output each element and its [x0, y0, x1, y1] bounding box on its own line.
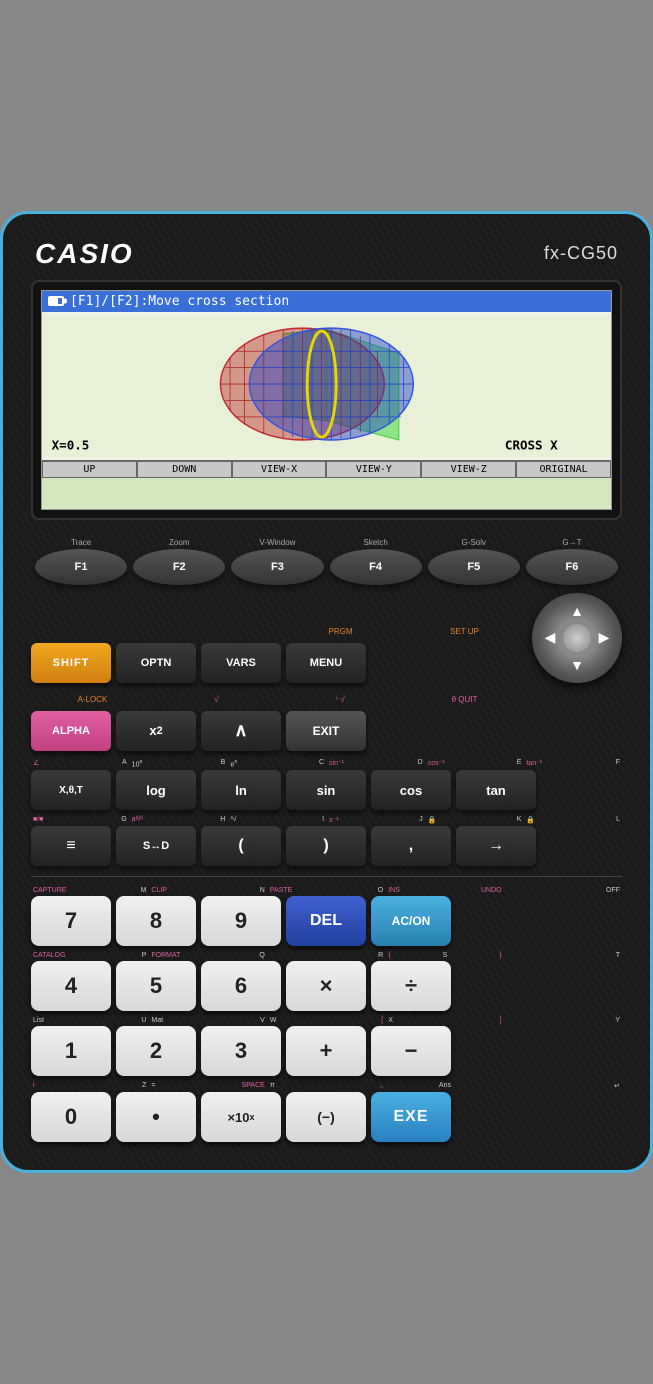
f3-sublabel: V-Window: [259, 538, 295, 547]
screen-graph: X=0.5 CROSS X: [42, 312, 611, 460]
cos-button[interactable]: cos: [371, 770, 451, 810]
fkey-group-f4: Sketch F4: [330, 538, 422, 585]
f4-button[interactable]: F4: [330, 549, 422, 585]
key-7[interactable]: 7: [31, 896, 111, 946]
screen-btn-down[interactable]: DOWN: [137, 461, 232, 478]
f6-button[interactable]: F6: [526, 549, 618, 585]
arrow-button[interactable]: →: [456, 826, 536, 866]
exit-button[interactable]: EXIT: [286, 711, 366, 751]
screen-nav-buttons[interactable]: UP DOWN VIEW-X VIEW-Y VIEW-Z ORIGINAL: [42, 460, 611, 478]
screen-btn-viewy[interactable]: VIEW-Y: [326, 461, 421, 478]
menu-sublabel: SET UP: [450, 627, 479, 636]
neg-button[interactable]: (−): [286, 1092, 366, 1142]
exe-button[interactable]: EXE: [371, 1092, 451, 1142]
fkey-group-f3: V-Window F3: [231, 538, 323, 585]
key-8[interactable]: 8: [116, 896, 196, 946]
f6-sublabel: G→T: [562, 538, 581, 547]
model-label: fx-CG50: [544, 243, 618, 264]
divider: [31, 876, 622, 877]
key-3[interactable]: 3: [201, 1026, 281, 1076]
key-1[interactable]: 1: [31, 1026, 111, 1076]
optn-button[interactable]: OPTN: [116, 643, 196, 683]
minus-button[interactable]: −: [371, 1026, 451, 1076]
graph-svg: X=0.5 CROSS X: [42, 312, 611, 460]
decimal-button[interactable]: •: [116, 1092, 196, 1142]
sin-button[interactable]: sin: [286, 770, 366, 810]
comma-button[interactable]: ,: [371, 826, 451, 866]
calculator-screen: [F1]/[F2]:Move cross section: [41, 290, 612, 510]
main-keys-area: PRGM SET UP SHIFT OPTN VARS MENU ▲ ▼ ◀ ▶: [31, 587, 622, 1142]
f1-button[interactable]: F1: [35, 549, 127, 585]
shift-button[interactable]: SHIFT: [31, 643, 111, 683]
fkey-group-f1: Trace F1: [35, 538, 127, 585]
f4-sublabel: Sketch: [363, 538, 387, 547]
dpad-center[interactable]: [563, 624, 591, 652]
key-5[interactable]: 5: [116, 961, 196, 1011]
ln-button[interactable]: ln: [201, 770, 281, 810]
dpad-left[interactable]: ◀: [540, 628, 560, 648]
std-button[interactable]: S↔D: [116, 826, 196, 866]
key-6[interactable]: 6: [201, 961, 281, 1011]
key-9[interactable]: 9: [201, 896, 281, 946]
alpha-button[interactable]: ALPHA: [31, 711, 111, 751]
screen-btn-viewz[interactable]: VIEW-Z: [421, 461, 516, 478]
power-sublabel: ʳ √: [336, 695, 345, 704]
alpha-sublabel: A-LOCK: [78, 695, 108, 704]
xthetat-button[interactable]: X,θ,T: [31, 770, 111, 810]
log-button[interactable]: log: [116, 770, 196, 810]
divide-button[interactable]: ÷: [371, 961, 451, 1011]
x2-button[interactable]: x2: [116, 711, 196, 751]
key-0[interactable]: 0: [31, 1092, 111, 1142]
calculator-header: CASIO fx-CG50: [31, 232, 622, 280]
fkey-group-f6: G→T F6: [526, 538, 618, 585]
exit-sublabel2: θ QUIT: [452, 695, 478, 704]
menu-button[interactable]: MENU: [286, 643, 366, 683]
key-4[interactable]: 4: [31, 961, 111, 1011]
calculator-body: CASIO fx-CG50 [F1]/[F2]:Move cross secti…: [0, 211, 653, 1173]
screen-btn-viewx[interactable]: VIEW-X: [232, 461, 327, 478]
screen-btn-original[interactable]: ORIGINAL: [516, 461, 611, 478]
directional-pad[interactable]: ▲ ▼ ◀ ▶: [532, 593, 622, 683]
exp-button[interactable]: ×10x: [201, 1092, 281, 1142]
f5-button[interactable]: F5: [428, 549, 520, 585]
fkey-group-f2: Zoom F2: [133, 538, 225, 585]
screen-btn-up[interactable]: UP: [42, 461, 137, 478]
dpad-container[interactable]: ▲ ▼ ◀ ▶: [532, 593, 622, 683]
dpad-down[interactable]: ▼: [567, 655, 587, 675]
dpad-up[interactable]: ▲: [567, 601, 587, 621]
plus-button[interactable]: +: [286, 1026, 366, 1076]
rparen-button[interactable]: ): [286, 826, 366, 866]
f2-sublabel: Zoom: [169, 538, 189, 547]
battery-icon: [48, 296, 64, 306]
screen-header-text: [F1]/[F2]:Move cross section: [70, 294, 289, 309]
tan-button[interactable]: tan: [456, 770, 536, 810]
del-button[interactable]: DEL: [286, 896, 366, 946]
vars-button[interactable]: VARS: [201, 643, 281, 683]
acon-button[interactable]: AC/ON: [371, 896, 451, 946]
multiply-button[interactable]: ×: [286, 961, 366, 1011]
fraction-button[interactable]: ≡: [31, 826, 111, 866]
f5-sublabel: G-Solv: [462, 538, 486, 547]
dpad-right[interactable]: ▶: [594, 628, 614, 648]
lparen-button[interactable]: (: [201, 826, 281, 866]
screen-header-bar: [F1]/[F2]:Move cross section: [42, 291, 611, 312]
svg-text:X=0.5: X=0.5: [52, 437, 90, 452]
key-2[interactable]: 2: [116, 1026, 196, 1076]
fkey-group-f5: G-Solv F5: [428, 538, 520, 585]
fkey-row: Trace F1 Zoom F2 V-Window F3 Sketch F4 G…: [31, 538, 622, 585]
screen-container: [F1]/[F2]:Move cross section: [31, 280, 622, 520]
brand-logo: CASIO: [35, 238, 134, 270]
f2-button[interactable]: F2: [133, 549, 225, 585]
x2-sublabel: √: [214, 695, 218, 704]
f1-sublabel: Trace: [71, 538, 91, 547]
power-button[interactable]: ∧: [201, 711, 281, 751]
svg-text:CROSS X: CROSS X: [505, 437, 558, 452]
vars-sublabel: PRGM: [329, 627, 353, 636]
f3-button[interactable]: F3: [231, 549, 323, 585]
